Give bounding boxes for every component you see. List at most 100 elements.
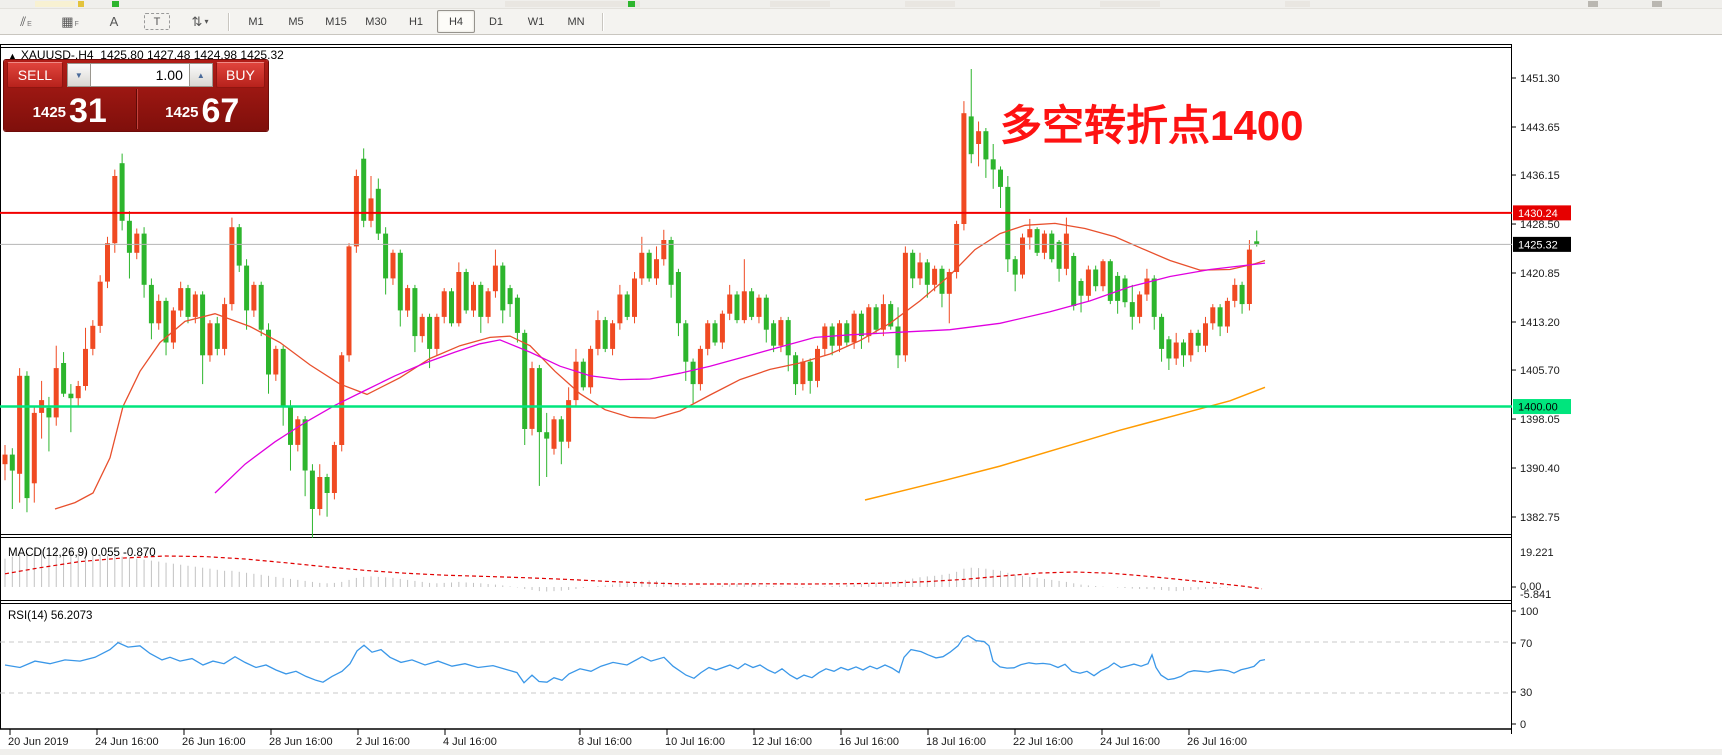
buy-price[interactable]: 1425 67	[137, 89, 269, 129]
toolbar-sliver-mark	[505, 1, 640, 7]
timeframe-button-H1[interactable]: H1	[397, 10, 435, 33]
candle	[54, 368, 59, 417]
candle	[837, 323, 842, 345]
candle	[251, 285, 256, 311]
toolbar-separator	[228, 13, 230, 31]
y-axis-label: 1405.70	[1520, 365, 1560, 377]
text-label-icon[interactable]: A	[93, 10, 135, 33]
volume-increase-button[interactable]: ▲	[189, 63, 213, 87]
candle	[449, 291, 454, 323]
time-axis-label: 4 Jul 16:00	[443, 736, 497, 748]
candle	[244, 266, 249, 311]
time-axis-label: 8 Jul 16:00	[578, 736, 632, 748]
candle	[786, 320, 791, 355]
candle	[910, 253, 915, 279]
candle	[859, 314, 864, 336]
candle	[1027, 229, 1032, 237]
candle	[376, 189, 381, 234]
candle	[478, 285, 483, 317]
candle	[76, 386, 81, 398]
rsi-label: RSI(14) 56.2073	[8, 610, 92, 622]
timeframe-button-M30[interactable]: M30	[357, 10, 395, 33]
candle	[193, 295, 198, 317]
candle	[852, 314, 857, 343]
timeframe-button-W1[interactable]: W1	[517, 10, 555, 33]
candle	[1159, 317, 1164, 349]
candle	[1247, 250, 1252, 304]
one-click-trading-panel: SELL ▼ ▲ BUY 1425 31 1425 67	[4, 60, 268, 131]
time-axis-label: 10 Jul 16:00	[665, 736, 725, 748]
candle	[61, 363, 66, 394]
candle	[983, 131, 988, 159]
timeframe-button-M15[interactable]: M15	[317, 10, 355, 33]
candle	[998, 170, 1003, 187]
candle	[156, 301, 161, 323]
buy-button[interactable]: BUY	[216, 62, 265, 88]
candle	[208, 323, 213, 355]
price-tag-label: 1400.00	[1518, 402, 1558, 414]
chart-canvas[interactable]: 1430.241425.321400.001451.301443.651436.…	[0, 35, 1722, 755]
candle	[303, 419, 308, 470]
candle	[90, 326, 95, 349]
candle	[691, 362, 696, 384]
candle	[1013, 259, 1018, 274]
candle	[705, 323, 710, 349]
volume-decrease-button[interactable]: ▼	[67, 63, 91, 87]
candle	[544, 432, 549, 438]
candle	[903, 253, 908, 355]
candle	[632, 279, 637, 317]
text-box-icon[interactable]: T	[144, 13, 170, 30]
time-axis-label: 16 Jul 16:00	[839, 736, 899, 748]
y-axis-label: 1436.15	[1520, 170, 1560, 182]
timeframe-button-M1[interactable]: M1	[237, 10, 275, 33]
candle	[1196, 333, 1201, 346]
candle	[1049, 234, 1054, 260]
candle	[46, 408, 51, 418]
candle	[310, 471, 315, 509]
candle	[186, 288, 191, 317]
candle	[105, 243, 110, 281]
candle	[1152, 279, 1157, 317]
candle	[932, 269, 937, 285]
candle	[617, 295, 622, 324]
sell-button[interactable]: SELL	[7, 62, 63, 88]
candle	[229, 227, 234, 304]
timeframe-button-D1[interactable]: D1	[477, 10, 515, 33]
volume-input[interactable]	[91, 63, 189, 87]
candle	[427, 317, 432, 349]
candle	[3, 455, 8, 465]
candle	[200, 295, 205, 356]
candle	[339, 355, 344, 445]
candle	[361, 159, 366, 221]
candle	[405, 288, 410, 310]
y-axis-label: 1413.20	[1520, 317, 1560, 329]
chart-toolbar: ⫽E▦FAT ⇅▾ M1M5M15M30H1H4D1W1MN	[0, 9, 1722, 35]
candle	[134, 234, 139, 253]
sell-price[interactable]: 1425 31	[4, 89, 137, 129]
candle	[537, 368, 542, 432]
candle	[325, 477, 330, 493]
candle	[222, 304, 227, 349]
candle	[508, 288, 513, 304]
candle	[1130, 302, 1135, 317]
toolbar-sliver-mark	[770, 1, 830, 7]
candle	[1123, 279, 1128, 303]
equidistant-channel-icon[interactable]: ⫽E	[5, 10, 47, 33]
candle	[522, 333, 527, 429]
candle	[25, 376, 30, 498]
candle	[961, 113, 966, 224]
candle	[369, 198, 374, 220]
cycle-lines-icon[interactable]: ⇅▾	[179, 10, 221, 33]
grid-icon[interactable]: ▦F	[49, 10, 91, 33]
toolbar-sliver-mark	[1588, 1, 1598, 7]
candle	[434, 317, 439, 349]
candle	[281, 349, 286, 407]
timeframe-button-H4[interactable]: H4	[437, 10, 475, 33]
candle	[1042, 234, 1047, 253]
candle	[603, 320, 608, 349]
y-axis-label: 1451.30	[1520, 73, 1560, 85]
candle	[486, 291, 491, 317]
timeframe-button-M5[interactable]: M5	[277, 10, 315, 33]
candle	[669, 240, 674, 285]
timeframe-button-MN[interactable]: MN	[557, 10, 595, 33]
